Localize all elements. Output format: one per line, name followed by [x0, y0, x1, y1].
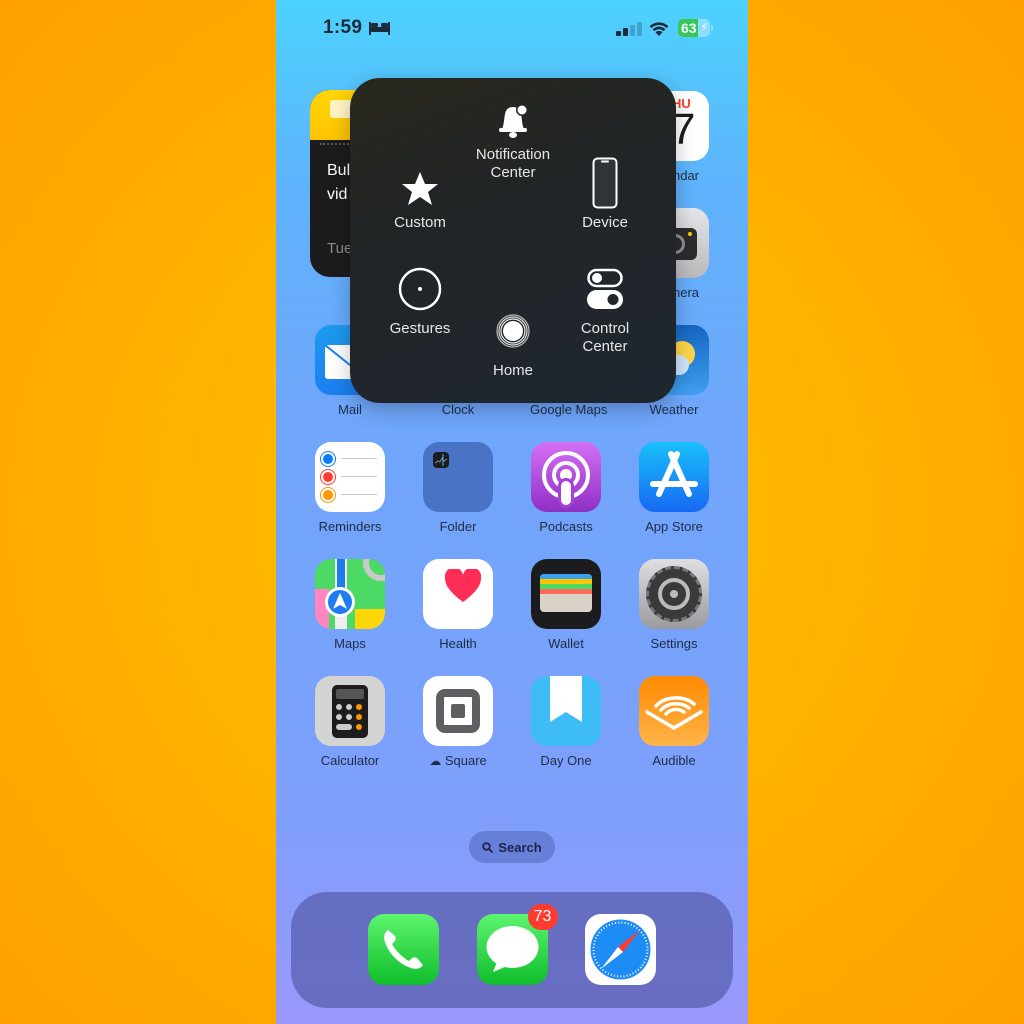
- app-maps[interactable]: Maps: [314, 559, 386, 651]
- iphone-icon: [592, 157, 618, 209]
- app-label: Day One: [540, 753, 592, 768]
- cloud-download-icon: ☁: [429, 754, 442, 768]
- health-icon: [423, 559, 493, 629]
- app-label: Folder: [439, 519, 477, 534]
- square-icon: [423, 676, 493, 746]
- podcasts-icon: [531, 442, 601, 512]
- widget-text-line1: Bul: [327, 162, 351, 179]
- dock: 73: [291, 892, 733, 1008]
- app-podcasts[interactable]: Podcasts: [530, 442, 602, 534]
- app-reminders[interactable]: Reminders: [314, 442, 386, 534]
- charging-bolt-icon: ⚡: [700, 22, 708, 34]
- safari-icon: [584, 914, 656, 985]
- app-label: Reminders: [318, 519, 382, 534]
- status-time: 1:59: [323, 17, 363, 38]
- app-calculator[interactable]: Calculator: [314, 676, 386, 768]
- app-wallet[interactable]: Wallet: [530, 559, 602, 651]
- option-home[interactable]: Home: [458, 306, 568, 380]
- option-label: Home: [492, 362, 533, 379]
- app-app-store[interactable]: App Store: [638, 442, 710, 534]
- home-button-icon: [496, 314, 530, 348]
- app-audible[interactable]: Audible: [638, 676, 710, 768]
- iphone-home-screen: 1:59 63 ⚡ Bul vid Tue HU 7 ndar nera Mai…: [276, 0, 748, 1024]
- magnifier-icon: [482, 841, 494, 853]
- day-one-icon: [531, 676, 601, 746]
- audible-icon: [639, 676, 709, 746]
- status-bar: 1:59 63 ⚡: [276, 14, 748, 44]
- dock-app-phone[interactable]: [367, 914, 439, 985]
- app-label: Audible: [652, 753, 696, 768]
- search-label: Search: [498, 839, 542, 855]
- settings-icon: [639, 559, 709, 629]
- stocks-mini-icon: [433, 452, 449, 468]
- circle-dot-icon: [398, 267, 442, 311]
- option-device[interactable]: Device: [550, 157, 660, 232]
- phone-icon: [367, 914, 439, 985]
- app-label: Settings: [650, 636, 698, 651]
- star-icon: [402, 172, 438, 205]
- app-label: App Store: [645, 519, 703, 534]
- dock-app-safari[interactable]: [584, 914, 656, 985]
- battery-percent: 63: [681, 20, 697, 36]
- app-label: Mail: [338, 402, 362, 417]
- option-custom[interactable]: Custom: [365, 164, 475, 232]
- option-label: Custom: [394, 214, 446, 231]
- app-settings[interactable]: Settings: [638, 559, 710, 651]
- bed-icon: [369, 22, 390, 35]
- assistive-touch-menu: Notification Center Custom Device Gestur…: [350, 78, 676, 403]
- battery-cap: [711, 25, 713, 31]
- maps-icon: [315, 559, 385, 629]
- app-label: ☁ Square: [422, 753, 494, 768]
- wallet-icon: [531, 559, 601, 629]
- toggles-icon: [587, 268, 623, 309]
- battery-indicator: 63 ⚡: [678, 19, 710, 37]
- widget-text-line2: vid: [327, 186, 348, 203]
- app-label: Calculator: [320, 753, 380, 768]
- app-folder[interactable]: Folder: [422, 442, 494, 534]
- dock-app-messages[interactable]: 73: [476, 904, 558, 985]
- app-label: Wallet: [548, 636, 584, 651]
- app-label: Clock: [441, 402, 475, 417]
- app-label: Podcasts: [539, 519, 593, 534]
- folder-app-icon: [423, 442, 493, 512]
- app-health[interactable]: Health: [422, 559, 494, 651]
- option-label: Device: [582, 214, 628, 231]
- app-store-icon: [639, 442, 709, 512]
- messages-badge: 73: [527, 904, 558, 930]
- app-square[interactable]: ☁ Square: [422, 676, 494, 768]
- cellular-signal-icon: [616, 22, 642, 36]
- app-label: Google Maps: [530, 402, 608, 417]
- app-label: Maps: [334, 636, 366, 651]
- app-label-text: Square: [444, 753, 487, 768]
- app-label: Weather: [649, 402, 699, 417]
- reminders-icon: [315, 442, 385, 512]
- search-button[interactable]: Search: [469, 831, 555, 863]
- wifi-icon: [649, 22, 669, 36]
- app-day-one[interactable]: Day One: [530, 676, 602, 768]
- widget-date: Tue: [327, 240, 353, 257]
- app-label: Health: [439, 636, 477, 651]
- messages-icon: 73: [476, 904, 558, 985]
- calculator-icon: [315, 676, 385, 746]
- bell-icon: [499, 104, 528, 138]
